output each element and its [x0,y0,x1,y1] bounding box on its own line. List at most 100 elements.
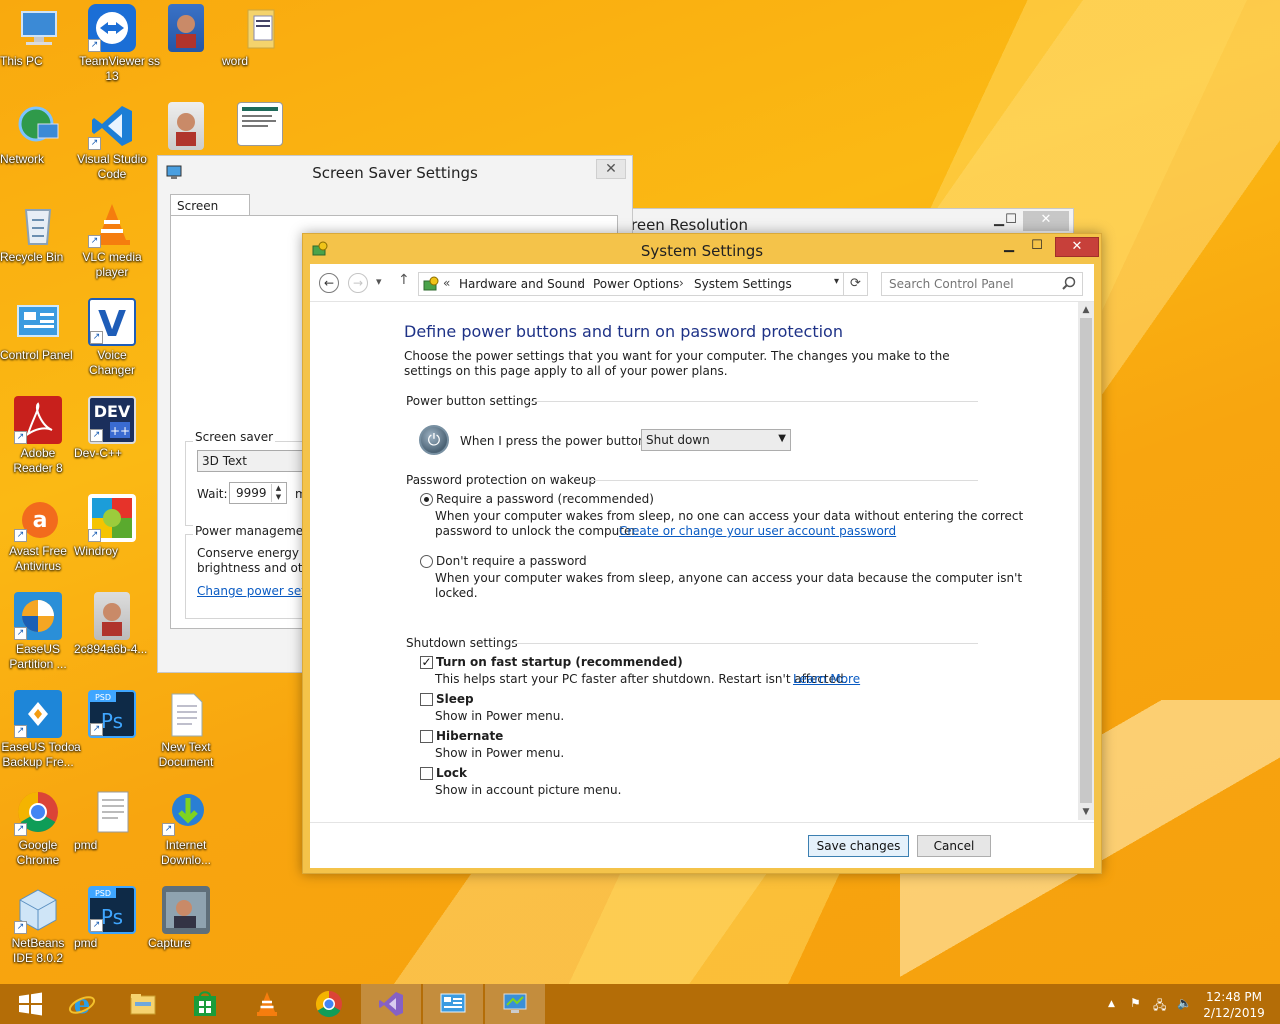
close-button[interactable]: ✕ [596,159,626,179]
breadcrumb-separator[interactable]: › [577,276,582,290]
fast-startup-label[interactable]: Turn on fast startup (recommended) [436,655,683,669]
close-button[interactable]: ✕ [1023,211,1069,231]
chevron-down-icon[interactable]: ▾ [834,276,839,287]
wait-stepper[interactable]: 9999 ▲ ▼ [229,482,287,504]
desktop-icon-new-text-document[interactable]: New Text Document [148,686,224,769]
no-password-label[interactable]: Don't require a password [436,554,587,568]
desktop-icon-avast[interactable]: a ↗ Avast Free Antivirus [0,490,76,573]
fast-startup-checkbox[interactable]: ✓ [420,656,433,669]
cancel-button[interactable]: Cancel [917,835,991,857]
desktop-icon-easeus-todo[interactable]: ↗ EaseUS Todo Backup Fre... [0,686,76,769]
desktop-icon-adobe-reader[interactable]: ↗ Adobe Reader 8 [0,392,76,475]
taskbar-remote-display[interactable] [485,984,545,1024]
network-icon[interactable]: 🖧 [1153,996,1166,1017]
search-input[interactable] [882,273,1052,295]
desktop-icon-photo[interactable] [148,98,224,152]
desktop-icon-network[interactable]: Network [0,98,76,166]
password-section-title: Password protection on wakeup [406,473,597,487]
refresh-icon[interactable]: ⟳ [843,273,867,295]
breadcrumb-overflow[interactable]: « [443,276,450,290]
search-icon[interactable] [1062,276,1076,290]
save-changes-button[interactable]: Save changes [808,835,909,857]
require-password-radio[interactable] [420,493,433,506]
maximize-button[interactable]: ☐ [997,211,1025,231]
taskbar-chrome[interactable] [299,984,359,1024]
taskbar-internet-explorer[interactable]: e [52,984,112,1024]
desktop-icon-idm[interactable]: ↗ Internet Downlo... [148,784,224,867]
action-center-flag-icon[interactable]: ⚑ [1130,996,1141,1010]
desktop-icon-word[interactable]: word [222,0,298,68]
taskbar-store[interactable] [175,984,235,1024]
desktop-icon-psd-pmd[interactable]: PSD Ps ↗ pmd [74,882,150,950]
up-button[interactable]: ↑ [398,272,410,288]
photo-icon [94,592,130,640]
text-file-icon [162,690,210,738]
taskbar-visual-studio[interactable] [361,984,421,1024]
lock-checkbox[interactable] [420,767,433,780]
desktop-icon-psd-a[interactable]: PSD Ps ↗ a [74,686,150,754]
folder-icon [130,994,156,1015]
change-power-settings-link[interactable]: Change power setti [197,584,314,599]
learn-more-link[interactable]: Learn More [793,672,860,687]
hibernate-checkbox[interactable] [420,730,433,743]
desktop-icon-voice-changer[interactable]: V ↗ Voice Changer [74,294,150,377]
desktop-icon-devcpp[interactable]: DEV ++ ↗ Dev-C++ [74,392,150,460]
scroll-down-icon[interactable]: ▼ [1078,804,1094,820]
scroll-up-icon[interactable]: ▲ [1078,302,1094,318]
back-button[interactable]: ← [319,273,339,293]
show-hidden-icons-chevron[interactable]: ▲ [1108,999,1115,1009]
taskbar-vlc[interactable] [237,984,297,1024]
desktop-icon-easeus-partition[interactable]: ↗ EaseUS Partition ... [0,588,76,671]
desktop-icon-this-pc[interactable]: This PC [0,0,76,68]
scroll-thumb[interactable] [1080,318,1092,803]
vertical-scrollbar[interactable]: ▲ ▼ [1078,302,1094,820]
desktop-icon-pmd-doc[interactable]: pmd [74,784,150,852]
forward-button[interactable]: → [348,273,368,293]
system-settings-window[interactable]: System Settings ▁ ☐ ✕ ← → ▾ ↑ « Hardware… [302,233,1102,874]
svg-text:++: ++ [110,424,130,438]
breadcrumb-hardware-and-sound[interactable]: Hardware and Sound [459,277,585,291]
title-bar[interactable]: System Settings ▁ ☐ ✕ [303,234,1101,264]
sleep-checkbox[interactable] [420,693,433,706]
desktop-icon-teamviewer[interactable]: ↗ TeamViewer 13 [74,0,150,83]
desktop-icon-capture[interactable]: Capture [148,882,224,950]
lock-label[interactable]: Lock [436,766,467,780]
desktop-icon-ss[interactable]: ss [148,0,224,68]
desktop-icon-photo-2c894[interactable]: 2c894a6b-4... [74,588,150,656]
desktop-icon-vscode[interactable]: ↗ Visual Studio Code [74,98,150,181]
desktop-icon-document-thumb[interactable] [222,98,298,148]
no-password-radio[interactable] [420,555,433,568]
content-area: Define power buttons and turn on passwor… [310,302,1078,822]
clock[interactable]: 12:48 PM 2/12/2019 [1196,989,1272,1021]
desktop-icon-control-panel[interactable]: Control Panel [0,294,76,362]
power-button-select[interactable]: Shut down ▼ [641,429,791,451]
address-bar[interactable]: « Hardware and Sound › Power Options › S… [418,272,868,296]
close-button[interactable]: ✕ [1055,237,1099,257]
taskbar-control-panel[interactable] [423,984,483,1024]
start-button[interactable] [0,984,60,1024]
volume-icon[interactable]: 🔈 [1177,996,1192,1010]
minimize-button[interactable]: ▁ [995,237,1023,257]
breadcrumb-system-settings[interactable]: System Settings [694,277,792,291]
desktop-icon-vlc[interactable]: ↗ VLC media player [74,196,150,279]
recent-locations-button[interactable]: ▾ [376,275,382,288]
title-bar[interactable]: Screen Saver Settings ✕ [158,156,632,188]
create-password-link[interactable]: Create or change your user account passw… [619,524,896,539]
require-password-label[interactable]: Require a password (recommended) [436,492,654,506]
taskbar-file-explorer[interactable] [113,984,173,1024]
breadcrumb-power-options[interactable]: Power Options [593,277,679,291]
control-panel-icon [14,298,62,346]
sleep-label[interactable]: Sleep [436,692,474,706]
stepper-arrows-icon[interactable]: ▲ ▼ [271,484,285,502]
screen-saver-select[interactable]: 3D Text [197,450,317,472]
svg-text:PSD: PSD [95,693,111,702]
maximize-button[interactable]: ☐ [1023,237,1051,257]
desktop-icon-recycle-bin[interactable]: Recycle Bin [0,196,76,264]
desktop-icon-windroy[interactable]: ↗ Windroy [74,490,150,558]
hibernate-label[interactable]: Hibernate [436,729,503,743]
breadcrumb-separator[interactable]: › [679,276,684,290]
search-box[interactable] [881,272,1083,296]
tab-screen-saver[interactable]: Screen Saver [170,194,250,227]
desktop-icon-netbeans[interactable]: ↗ NetBeans IDE 8.0.2 [0,882,76,965]
desktop-icon-chrome[interactable]: ↗ Google Chrome [0,784,76,867]
